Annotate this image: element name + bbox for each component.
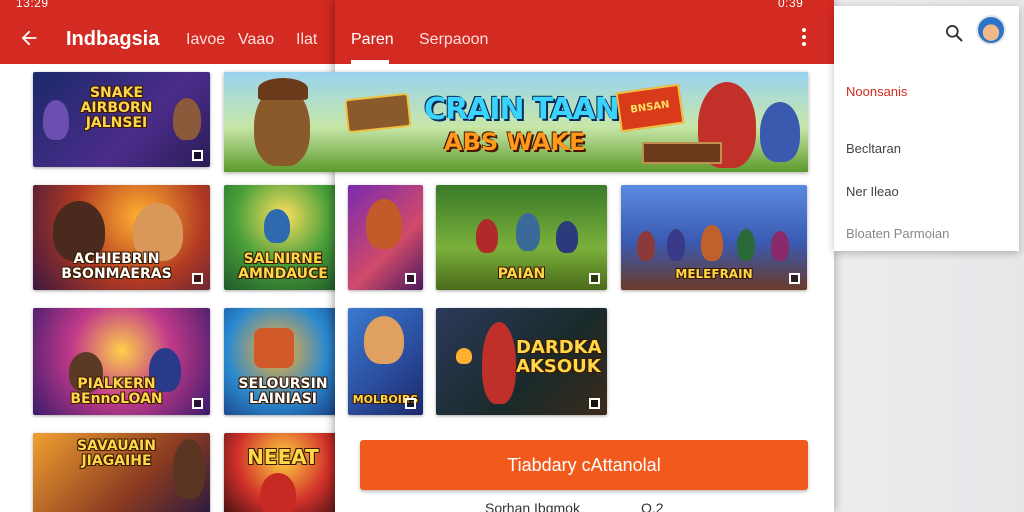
game-thumbnail[interactable] [348,185,423,290]
status-right: 0:39 [778,0,804,10]
left-tab-2[interactable]: Vaao [238,31,274,49]
left-app-bar: 13:29 Indbagsia Iavoe Vaao Ilat [0,0,336,64]
thumbnail-caption: PIALKERN BEnnoLOAN [70,376,163,407]
menu-header [834,6,1019,64]
banner-subtitle: ABS WAKE [444,128,586,156]
game-thumbnail[interactable]: PIALKERN BEnnoLOAN [33,308,210,415]
game-thumbnail[interactable]: ACHIEBRIN BSONMAERAS [33,185,210,290]
banner-title: CRAIN TAAN [424,92,620,127]
select-checkbox[interactable] [192,273,203,284]
left-tab-1[interactable]: Iavoe [186,31,225,49]
select-checkbox[interactable] [789,273,800,284]
tab-paren[interactable]: Paren [351,31,394,49]
thumbnail-caption: SAVAUAIN JIAGAIHE [77,438,156,469]
game-thumbnail[interactable]: SELOURSIN LAINIASI [224,308,336,415]
bottom-value: O.2 [641,500,664,512]
active-tab-indicator [351,60,389,64]
select-checkbox[interactable] [405,398,416,409]
more-vert-icon[interactable] [800,28,808,50]
menu-item-4[interactable]: Bloaten Parmoian [846,226,949,241]
featured-game-banner[interactable]: CRAIN TAAN ABS WAKE BNSAN [224,72,808,172]
thumbnail-caption: MELEFRAIN [675,267,753,281]
search-icon[interactable] [944,23,964,43]
thumbnail-caption: DARDKA AKSOUK [516,337,602,377]
bottom-label: Sorhan Ibqmok [485,500,580,512]
menu-item-1[interactable]: Noonsanis [846,84,907,99]
user-avatar[interactable] [976,15,1006,45]
select-checkbox[interactable] [192,398,203,409]
thumbnail-caption: SELOURSIN LAINIASI [238,376,328,407]
select-checkbox[interactable] [589,398,600,409]
center-app-bar: Paren Serpaoon [335,0,834,64]
game-thumbnail[interactable]: MOLBOIRS [348,308,423,415]
select-checkbox[interactable] [405,273,416,284]
menu-item-3[interactable]: Ner Ileao [846,184,899,199]
left-app-title: Indbagsia [66,28,160,50]
banner-badge: BNSAN [615,83,685,133]
thumbnail-caption: NEEAT [247,445,319,469]
back-arrow-icon[interactable] [18,27,40,49]
game-thumbnail[interactable]: SAVAUAIN JIAGAIHE [33,433,210,512]
game-thumbnail[interactable]: PAIAN [436,185,607,290]
game-thumbnail[interactable]: DARDKA AKSOUK [436,308,607,415]
game-thumbnail[interactable]: NEEAT [224,433,336,512]
overflow-menu-panel: Noonsanis Becltaran Ner Ileao Bloaten Pa… [834,6,1019,251]
menu-item-2[interactable]: Becltaran [846,141,901,156]
status-time: 13:29 [16,0,49,10]
thumbnail-caption: ACHIEBRIN BSONMAERAS [61,251,172,282]
primary-action-button[interactable]: Tiabdary cAttanolal [360,440,808,490]
thumbnail-caption: SNAKE AIRBORN JALNSEI [80,85,153,131]
select-checkbox[interactable] [192,150,203,161]
left-tab-3[interactable]: Ilat [296,31,317,49]
thumbnail-caption: PAIAN [497,266,546,282]
game-thumbnail[interactable]: SALNIRNE AMNDAUCE [224,185,336,290]
tab-serpaoon[interactable]: Serpaoon [419,31,488,49]
game-thumbnail[interactable]: MELEFRAIN [621,185,807,290]
thumbnail-caption: SALNIRNE AMNDAUCE [238,251,328,282]
select-checkbox[interactable] [589,273,600,284]
game-thumbnail[interactable]: SNAKE AIRBORN JALNSEI [33,72,210,167]
